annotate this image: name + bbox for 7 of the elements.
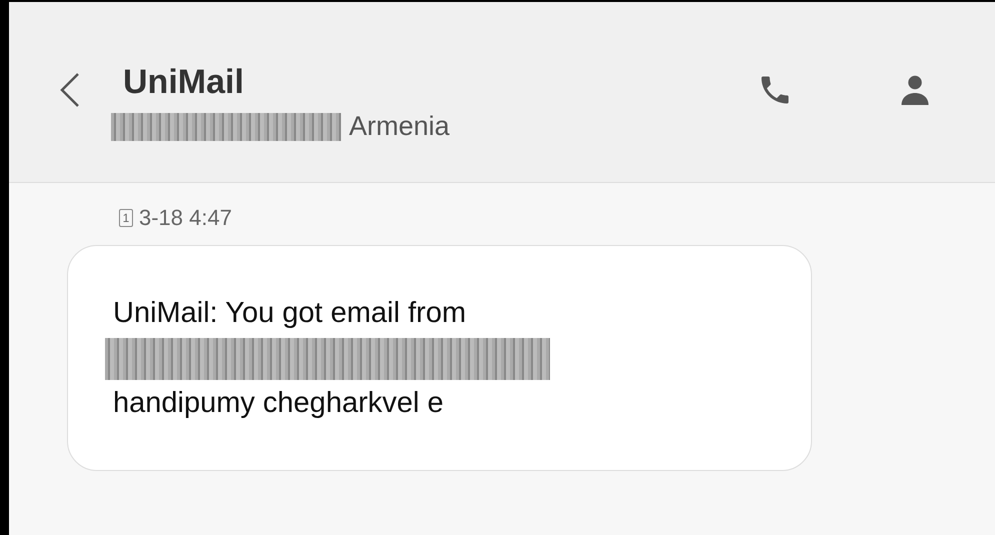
message-text: handipumy chegharkvel e — [113, 386, 444, 421]
contact-name: UniMail — [123, 64, 245, 102]
back-icon[interactable] — [59, 72, 81, 108]
message-time: 3-18 4:47 — [139, 205, 232, 231]
message-text: UniMail: You got email from — [113, 296, 466, 331]
sim-badge: 1 — [119, 209, 133, 227]
contact-location: Armenia — [349, 111, 450, 142]
